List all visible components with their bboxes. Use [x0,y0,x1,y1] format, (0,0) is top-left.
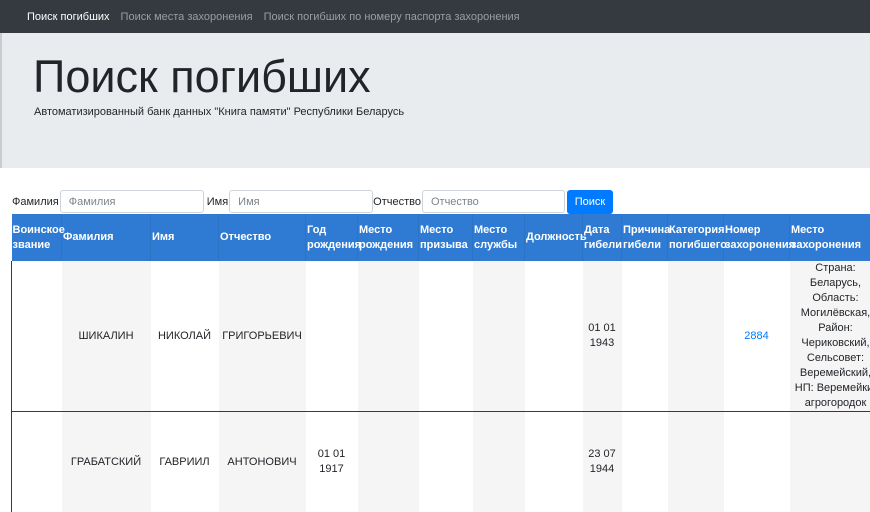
col-header-burial-number[interactable]: Номер захоронения [724,214,790,261]
col-header-death-date[interactable]: Дата гибели [583,214,622,261]
cell-position [525,412,583,512]
cell-burial-place: Страна: Беларусь, Область: Могилёвская, … [790,261,870,412]
first-name-input[interactable] [229,190,373,213]
cell-burial-place [790,412,870,512]
cell-death-date: 23 07 1944 [583,412,622,512]
cell-middle-name: АНТОНОВИЧ [219,412,306,512]
page-title: Поиск погибших [33,51,371,103]
middle-name-label: Отчество [373,196,421,208]
col-header-death-cause[interactable]: Причина гибели [622,214,668,261]
col-header-service-place[interactable]: Место службы [473,214,525,261]
cell-category [668,412,724,512]
cell-death-cause [622,261,668,412]
last-name-label: Фамилия [12,196,59,208]
cell-first-name: ГАВРИИЛ [151,412,219,512]
col-header-draft-place[interactable]: Место призыва [419,214,473,261]
page-header: Поиск погибших Автоматизированный банк д… [0,33,870,168]
col-header-rank[interactable]: Воинское звание [12,214,62,261]
cell-middle-name: ГРИГОРЬЕВИЧ [219,261,306,412]
cell-burial-number: 2884 [724,261,790,412]
nav-link-search-by-passport[interactable]: Поиск погибших по номеру паспорта захоро… [264,11,520,23]
col-header-category[interactable]: Категория погибшего [668,214,724,261]
middle-name-input[interactable] [422,190,565,213]
table-header-row: Воинское звание Фамилия Имя Отчество Год… [12,214,870,261]
cell-death-date: 01 01 1943 [583,261,622,412]
cell-birth-year: 01 01 1917 [306,412,358,512]
table-row: ГРАБАТСКИЙ ГАВРИИЛ АНТОНОВИЧ 01 01 1917 … [12,412,870,512]
page-subtitle: Автоматизированный банк данных "Книга па… [34,106,404,118]
nav-link-search-burial-place[interactable]: Поиск места захоронения [121,11,253,23]
cell-draft-place [419,261,473,412]
cell-service-place [473,412,525,512]
search-form: Фамилия Имя Отчество Поиск [12,190,613,213]
results-table: Воинское звание Фамилия Имя Отчество Год… [11,214,870,512]
col-header-first-name[interactable]: Имя [151,214,219,261]
first-name-label: Имя [207,196,228,208]
col-header-middle-name[interactable]: Отчество [219,214,306,261]
cell-burial-number [724,412,790,512]
col-header-last-name[interactable]: Фамилия [62,214,151,261]
table-row: ШИКАЛИН НИКОЛАЙ ГРИГОРЬЕВИЧ 01 01 1943 2… [12,261,870,412]
cell-first-name: НИКОЛАЙ [151,261,219,412]
top-navbar: Поиск погибших Поиск места захоронения П… [0,0,870,33]
cell-birth-place [358,261,419,412]
col-header-burial-place[interactable]: Место захоронения [790,214,870,261]
col-header-birth-place[interactable]: Место рождения [358,214,419,261]
nav-link-search-fallen[interactable]: Поиск погибших [27,11,110,23]
cell-last-name: ШИКАЛИН [62,261,151,412]
cell-draft-place [419,412,473,512]
cell-last-name: ГРАБАТСКИЙ [62,412,151,512]
col-header-position[interactable]: Должность [525,214,583,261]
last-name-input[interactable] [60,190,204,213]
search-button[interactable]: Поиск [567,190,613,214]
cell-category [668,261,724,412]
cell-rank [12,412,62,512]
cell-rank [12,261,62,412]
cell-birth-year [306,261,358,412]
cell-position [525,261,583,412]
cell-birth-place [358,412,419,512]
col-header-birth-year[interactable]: Год рождения [306,214,358,261]
cell-death-cause [622,412,668,512]
burial-number-link[interactable]: 2884 [744,330,768,342]
cell-service-place [473,261,525,412]
